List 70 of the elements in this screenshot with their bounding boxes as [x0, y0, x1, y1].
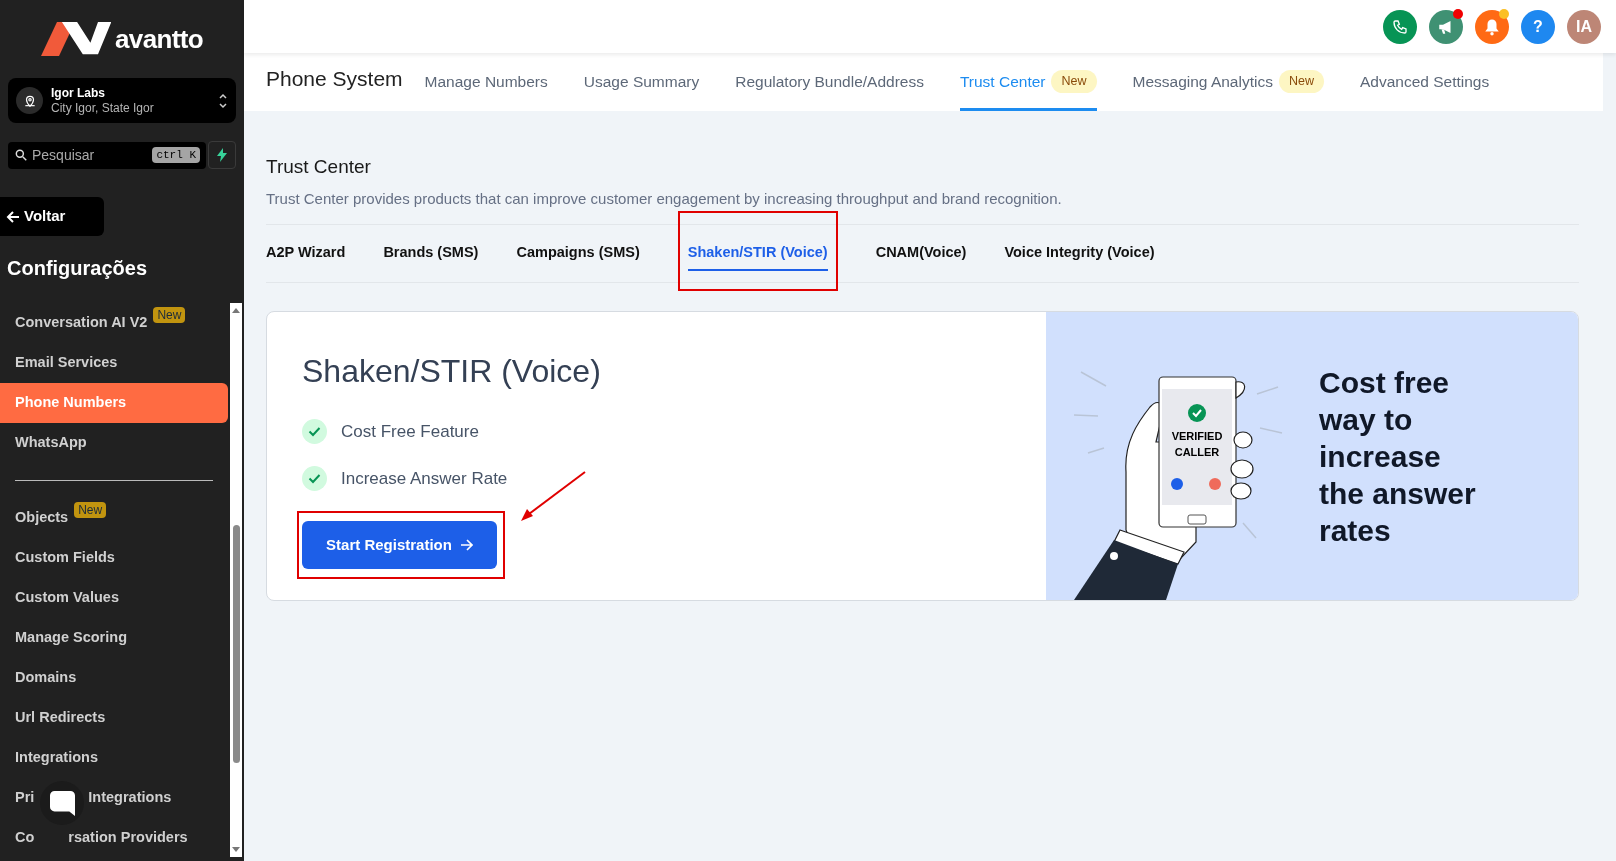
bolt-icon: [216, 148, 228, 162]
nav-tab[interactable]: Usage Summary: [583, 53, 700, 111]
search-field[interactable]: Pesquisar: [32, 144, 142, 166]
scrollbar[interactable]: [230, 303, 242, 857]
sub-tab[interactable]: Campaigns (SMS): [516, 236, 640, 271]
sidebar-item[interactable]: Conversation AI V2 New: [0, 303, 228, 343]
sidebar-item[interactable]: Custom Values: [0, 578, 228, 618]
feature-text: Increase Answer Rate: [341, 467, 508, 490]
check-icon: [302, 419, 327, 445]
shortcut-hint: ctrl K: [152, 146, 200, 164]
new-badge: New: [1051, 70, 1097, 93]
sidebar-item[interactable]: Domains: [0, 658, 228, 698]
search-icon: [14, 148, 28, 162]
back-arrow-icon: [6, 209, 20, 224]
sidebar-item[interactable]: Manage Scoring: [0, 618, 228, 658]
sub-tab[interactable]: CNAM(Voice): [875, 236, 967, 271]
pointer-arrow: [519, 471, 587, 523]
bell-icon: [1483, 17, 1501, 36]
chat-bubble-icon: [49, 790, 75, 816]
nav-tab[interactable]: Advanced Settings: [1359, 53, 1490, 111]
brand-name: avantto: [115, 22, 203, 56]
search-bar[interactable]: Pesquisar ctrl K: [8, 141, 206, 169]
scroll-up-icon[interactable]: [232, 307, 240, 313]
help-button[interactable]: ?: [1521, 9, 1555, 44]
back-button[interactable]: Voltar: [0, 197, 104, 236]
section-title: Phone System: [266, 65, 403, 92]
location-icon: [16, 87, 43, 114]
chat-button[interactable]: [40, 781, 84, 825]
phone-icon: [1392, 18, 1408, 35]
nav-tab[interactable]: Manage Numbers: [424, 53, 548, 111]
sidebar-item-text[interactable]: Integrations: [88, 787, 172, 809]
bolt-button[interactable]: [208, 141, 236, 169]
sidebar-item-text[interactable]: Co: [15, 827, 35, 849]
sidebar-item-text[interactable]: Pri: [15, 787, 35, 809]
sidebar-item[interactable]: Integrations: [0, 738, 228, 778]
card-title: Shaken/STIR (Voice): [302, 352, 602, 391]
new-badge: New: [74, 502, 107, 518]
scroll-down-icon[interactable]: [232, 847, 240, 853]
check-icon: [302, 465, 327, 491]
page-title: Trust Center: [266, 155, 372, 179]
notifications-button[interactable]: [1475, 9, 1509, 44]
announcements-button[interactable]: [1429, 9, 1463, 44]
sidebar-title: Configurações: [7, 256, 149, 281]
arrow-right-icon: [459, 539, 473, 551]
start-registration-button[interactable]: Start Registration: [302, 521, 497, 569]
phone-caption: VERIFIED CALLER: [1170, 429, 1224, 460]
nav-tab[interactable]: Trust Center New: [959, 53, 1097, 111]
sidebar-item[interactable]: Email Services: [0, 343, 228, 383]
location-address: City Igor, State Igor: [51, 100, 155, 116]
location-switcher[interactable]: Igor Labs City Igor, State Igor: [8, 78, 236, 123]
phone-button[interactable]: [1383, 9, 1417, 44]
sidebar-item[interactable]: Objects New: [0, 498, 228, 538]
sidebar-item-text[interactable]: rsation Providers: [68, 827, 188, 849]
sidebar-item[interactable]: WhatsApp: [0, 423, 228, 463]
feature-text: Cost Free Feature: [341, 421, 479, 443]
sidebar-item[interactable]: Url Redirects: [0, 698, 228, 738]
sub-tab[interactable]: Shaken/STIR (Voice): [687, 236, 828, 271]
promo-text: Cost free way to increase the answer rates: [1319, 364, 1477, 549]
logo-icon: [41, 20, 112, 58]
sidebar-item[interactable]: Custom Fields: [0, 538, 228, 578]
sub-tab[interactable]: Brands (SMS): [383, 236, 479, 271]
chevron-updown-icon: [218, 91, 228, 110]
location-name: Igor Labs: [51, 85, 106, 101]
nav-tab[interactable]: Messaging Analytics New: [1132, 53, 1324, 111]
page-description: Trust Center provides products that can improve customer engagement by increasing throughput and brand recognition.: [266, 188, 1063, 209]
sub-tab[interactable]: A2P Wizard: [266, 236, 346, 271]
nav-tab[interactable]: Regulatory Bundle/Address: [735, 53, 924, 111]
sub-tab[interactable]: Voice Integrity (Voice): [1004, 236, 1155, 271]
new-badge: New: [1278, 70, 1324, 93]
new-badge: New: [153, 307, 186, 323]
